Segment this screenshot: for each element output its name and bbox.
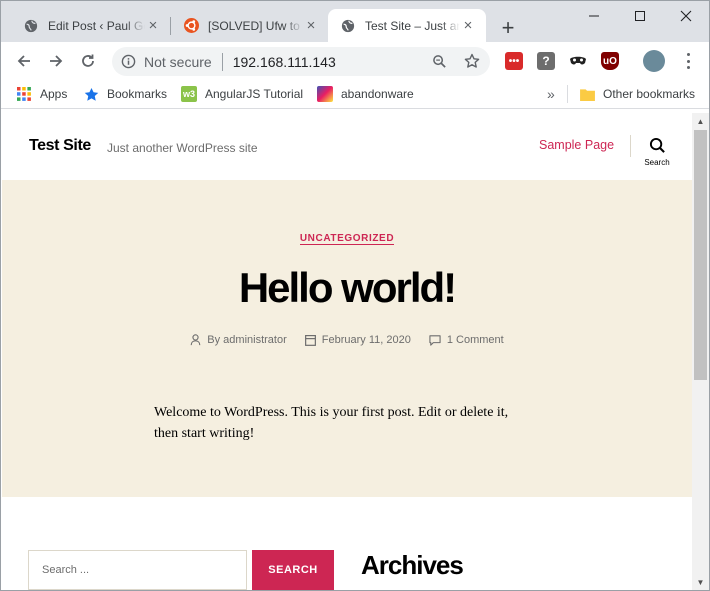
ublock-extension-icon[interactable]: uO — [601, 52, 619, 70]
search-toggle-button[interactable]: Search — [640, 137, 674, 167]
minimize-button[interactable] — [571, 1, 617, 31]
apps-grid-icon — [16, 86, 32, 102]
date-link[interactable]: February 11, 2020 — [322, 334, 411, 346]
post-author: By administrator — [190, 334, 287, 346]
folder-icon — [579, 86, 595, 102]
omnibox-divider — [221, 52, 223, 71]
reload-icon — [82, 54, 94, 67]
search-input[interactable]: Search ... — [28, 550, 247, 590]
bookmark-label: abandonware — [341, 87, 414, 101]
browser-toolbar: Not secure 192.168.111.143 ••• ? uO — [1, 42, 709, 80]
page-viewport: Test Site Just another WordPress site Sa… — [2, 113, 692, 590]
scroll-up-arrow-icon[interactable]: ▲ — [692, 113, 709, 130]
site-description: Just another WordPress site — [107, 141, 258, 155]
close-icon — [680, 10, 692, 22]
nav-sample-page[interactable]: Sample Page — [539, 138, 614, 152]
scroll-down-arrow-icon[interactable]: ▼ — [692, 574, 709, 590]
bookmarks-divider — [567, 85, 568, 103]
bookmark-label: Other bookmarks — [603, 87, 696, 101]
close-icon[interactable]: × — [460, 17, 476, 34]
back-button[interactable] — [11, 48, 37, 74]
bookmarks-bar: Apps Bookmarks w3 AngularJS Tutorial aba… — [1, 80, 709, 109]
minimize-icon — [589, 15, 599, 17]
post-header: UNCATEGORIZED Hello world! By administra… — [2, 180, 692, 497]
close-icon[interactable]: × — [145, 17, 161, 34]
maximize-button[interactable] — [617, 1, 663, 31]
post-category: UNCATEGORIZED — [2, 233, 692, 245]
post-content: Welcome to WordPress. This is your first… — [154, 405, 509, 441]
user-icon — [190, 334, 201, 346]
bookmark-label: Bookmarks — [107, 87, 168, 101]
lastpass-extension-icon[interactable]: ••• — [505, 52, 523, 70]
bookmarks-overflow-button[interactable]: » — [547, 85, 555, 103]
tab-edit-post[interactable]: Edit Post ‹ Paul Ge × — [11, 9, 171, 42]
forward-button[interactable] — [43, 48, 69, 74]
author-link[interactable]: By administrator — [207, 334, 286, 346]
bookmark-label: AngularJS Tutorial — [205, 87, 304, 101]
tab-strip: Edit Post ‹ Paul Ge × [SOLVED] Ufw to l … — [1, 1, 709, 42]
comments-link[interactable]: 1 Comment — [447, 334, 504, 346]
other-bookmarks[interactable]: Other bookmarks — [579, 85, 695, 103]
post-comments: 1 Comment — [429, 334, 504, 346]
maximize-icon — [635, 11, 645, 21]
arrow-left-icon — [17, 55, 30, 67]
security-label: Not secure — [144, 53, 212, 70]
help-extension-icon[interactable]: ? — [537, 52, 555, 70]
star-icon — [83, 86, 99, 102]
info-icon[interactable] — [121, 54, 136, 69]
site-header: Test Site Just another WordPress site Sa… — [2, 113, 692, 180]
reload-button[interactable] — [75, 48, 101, 74]
abandonware-icon — [317, 86, 333, 102]
close-icon[interactable]: × — [303, 17, 319, 34]
bookmark-bookmarks[interactable]: Bookmarks — [83, 85, 167, 103]
footer-widgets: Search ... SEARCH Archives — [2, 497, 692, 590]
globe-icon — [23, 18, 39, 34]
calendar-icon — [304, 335, 316, 346]
scrollbar-thumb[interactable] — [694, 130, 707, 380]
globe-icon — [340, 18, 356, 34]
new-tab-button[interactable]: + — [495, 15, 521, 41]
address-bar[interactable]: Not secure 192.168.111.143 — [112, 47, 490, 76]
site-title[interactable]: Test Site — [29, 137, 91, 155]
header-divider — [630, 135, 631, 157]
ubuntu-icon — [183, 18, 199, 34]
close-window-button[interactable] — [663, 1, 709, 31]
archives-widget-title: Archives — [361, 550, 464, 580]
tab-title: [SOLVED] Ufw to l — [208, 18, 303, 33]
comment-icon — [429, 334, 441, 346]
browser-window: Edit Post ‹ Paul Ge × [SOLVED] Ufw to l … — [0, 0, 710, 591]
tab-test-site[interactable]: Test Site – Just an × — [328, 9, 486, 42]
zoom-icon[interactable] — [432, 54, 447, 69]
bookmark-abandonware[interactable]: abandonware — [317, 85, 414, 103]
menu-dots-icon[interactable] — [681, 53, 695, 69]
mask-extension-icon[interactable] — [569, 52, 587, 70]
tab-title: Edit Post ‹ Paul Ge — [48, 18, 145, 33]
tab-title: Test Site – Just an — [365, 18, 460, 33]
category-link[interactable]: UNCATEGORIZED — [299, 233, 395, 245]
search-icon — [649, 137, 665, 153]
search-toggle-label: Search — [644, 158, 670, 167]
bookmark-angularjs-tutorial[interactable]: w3 AngularJS Tutorial — [181, 85, 303, 103]
post-meta: By administrator February 11, 2020 1 Com… — [2, 334, 692, 346]
page-scrollbar[interactable]: ▲ ▼ — [692, 113, 709, 590]
tab-solved-ufw[interactable]: [SOLVED] Ufw to l × — [171, 9, 329, 42]
url-text[interactable]: 192.168.111.143 — [233, 54, 336, 70]
bookmark-star-icon[interactable] — [464, 53, 480, 69]
bookmark-apps[interactable]: Apps — [16, 85, 67, 103]
bookmark-label: Apps — [40, 87, 68, 101]
search-submit-button[interactable]: SEARCH — [252, 550, 334, 590]
post-title: Hello world! — [238, 264, 457, 311]
w3-icon: w3 — [181, 86, 197, 102]
post-date: February 11, 2020 — [304, 334, 411, 346]
arrow-right-icon — [50, 55, 63, 67]
avatar[interactable] — [643, 50, 665, 72]
